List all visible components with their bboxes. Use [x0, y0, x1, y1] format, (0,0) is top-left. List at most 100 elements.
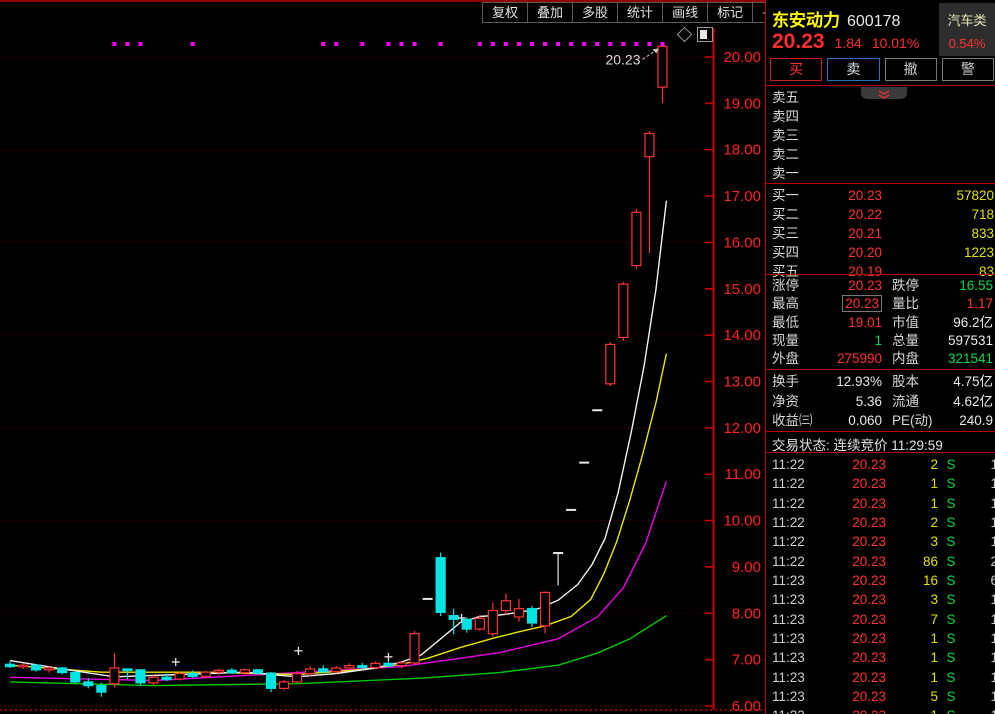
- signal-dot: [334, 42, 339, 46]
- toolbar-button-复权[interactable]: 复权: [482, 2, 529, 23]
- toolbar-button-多股[interactable]: 多股: [572, 2, 619, 23]
- ask-label: 卖三: [772, 128, 799, 143]
- tick-side: S: [946, 515, 956, 531]
- stat-label: PE(动): [892, 413, 933, 428]
- toolbar-button-统计[interactable]: 统计: [617, 2, 664, 23]
- ask-volume: [882, 145, 995, 164]
- stat-label: 净资: [772, 393, 799, 409]
- sell-button[interactable]: 卖: [827, 58, 880, 81]
- stat-value: 321541: [947, 351, 993, 367]
- stat-value: 4.62亿: [953, 393, 993, 409]
- stat-value: 12.93%: [836, 374, 882, 389]
- tick-price: 20.23: [852, 573, 886, 589]
- candle-body: [17, 664, 29, 668]
- sector-name: 汽车类: [947, 13, 987, 28]
- ask-row[interactable]: 卖四: [766, 107, 995, 126]
- last-price: 20.23: [772, 30, 825, 53]
- candle-body: [657, 45, 668, 88]
- stat-value: 16.55: [959, 278, 993, 293]
- candle-body: [305, 668, 316, 675]
- ask-label: 卖二: [772, 147, 799, 162]
- tick-row: 11:23 20.23 3S1: [766, 590, 995, 609]
- bid-row[interactable]: 买一 20.23 57820: [766, 186, 995, 205]
- tick-count: 1: [964, 513, 995, 532]
- stat-value: 20.23: [814, 295, 882, 313]
- tick-volume: 1: [930, 495, 938, 511]
- tick-volume: 3: [930, 592, 938, 608]
- tick-time: 11:22: [772, 515, 805, 531]
- tick-time: 11:23: [772, 631, 805, 647]
- separator: [766, 183, 995, 184]
- tick-count: 1: [964, 668, 995, 687]
- bid-label: 买二: [772, 207, 799, 222]
- alert-button[interactable]: 警: [941, 58, 994, 81]
- toolbar-button-叠加[interactable]: 叠加: [527, 2, 574, 23]
- ask-row[interactable]: 卖二: [766, 145, 995, 164]
- sector-box[interactable]: 汽车类 0.54%: [939, 3, 995, 56]
- candle-body: [513, 608, 525, 618]
- bid-price: 20.22: [848, 207, 882, 222]
- tick-count: 1: [964, 706, 995, 714]
- tick-row: 11:23 20.23 1S1: [766, 648, 995, 667]
- candle-body: [539, 591, 551, 627]
- bid-row[interactable]: 买二 20.22 718: [766, 205, 995, 224]
- stat-row: 最低 19.01 市值 96.2亿: [766, 314, 995, 332]
- stat-label: 市值: [892, 314, 919, 330]
- collapse-orderbook-tab[interactable]: [861, 87, 907, 99]
- toolbar-button-画线[interactable]: 画线: [662, 2, 709, 23]
- toolbar-button-标记[interactable]: 标记: [707, 2, 754, 23]
- candle-body: [318, 668, 329, 673]
- tick-price: 20.23: [852, 476, 886, 492]
- ask-row[interactable]: 卖三: [766, 126, 995, 145]
- candle-body: [357, 665, 368, 669]
- candle-body: [187, 672, 198, 677]
- signal-dot: [647, 42, 652, 46]
- bid-volume: 57820: [956, 188, 994, 203]
- signal-dot: [582, 42, 587, 46]
- tick-list[interactable]: 11:2220.232S111:2220.231S111:2220.231S11…: [766, 455, 995, 714]
- candle-body: [239, 669, 250, 674]
- ask-label: 卖一: [772, 166, 799, 181]
- bid-row[interactable]: 买三 20.21 833: [766, 224, 995, 243]
- tick-time: 11:23: [766, 706, 814, 714]
- tick-price: 20.23: [852, 495, 886, 511]
- stat-label: 涨停: [772, 278, 799, 293]
- signal-dot: [490, 42, 495, 46]
- separator: [766, 369, 995, 370]
- tick-side: S: [946, 534, 956, 550]
- panel-toggle-icon[interactable]: [697, 27, 713, 42]
- tick-row: 11:23 20.23 1S1: [766, 629, 995, 648]
- cancel-button[interactable]: 撤: [884, 58, 937, 81]
- ma-line-MA-magenta: [9, 480, 668, 682]
- ma-line-MA-white: [9, 200, 668, 678]
- stat-value: 275990: [836, 351, 882, 367]
- trading-status-line: 交易状态: 连续竞价 11:29:59: [772, 438, 943, 453]
- stat-row: 换手 12.93% 股本 4.75亿: [766, 373, 995, 391]
- tick-volume: 5: [930, 689, 938, 705]
- buy-button[interactable]: 买: [770, 58, 823, 81]
- tick-price: 20.23: [852, 669, 886, 685]
- candle-body: [226, 669, 237, 674]
- tick-time: 11:23: [772, 611, 805, 627]
- tick-price: 20.23: [852, 553, 886, 569]
- bid-row[interactable]: 买四 20.20 1223: [766, 243, 995, 262]
- stat-label: 现量: [772, 332, 799, 348]
- tick-price: 20.23: [852, 650, 886, 666]
- stat-label: 最高: [772, 296, 799, 312]
- stat-value: 20.23: [848, 278, 882, 293]
- tick-count: 1: [964, 629, 995, 648]
- tick-price: 20.23: [852, 457, 886, 472]
- y-axis-label: 17.00: [723, 188, 761, 205]
- tick-row: 11:22 20.23 1S1: [766, 474, 995, 493]
- stat-value: 5.36: [855, 393, 882, 409]
- tick-side: S: [946, 592, 956, 608]
- ask-volume: [882, 107, 995, 126]
- candle-body: [292, 672, 303, 683]
- ask-row[interactable]: 卖一: [766, 164, 995, 183]
- tick-count: 1: [964, 455, 995, 474]
- signal-dot: [399, 42, 404, 46]
- tick-side: S: [946, 553, 956, 569]
- kline-chart[interactable]: 20.00 19.00 18.00 17.00 16.00 15.00 14.00 13.00…: [0, 0, 765, 714]
- price-change-pct: 10.01%: [871, 35, 920, 51]
- tick-count: 1: [964, 494, 995, 513]
